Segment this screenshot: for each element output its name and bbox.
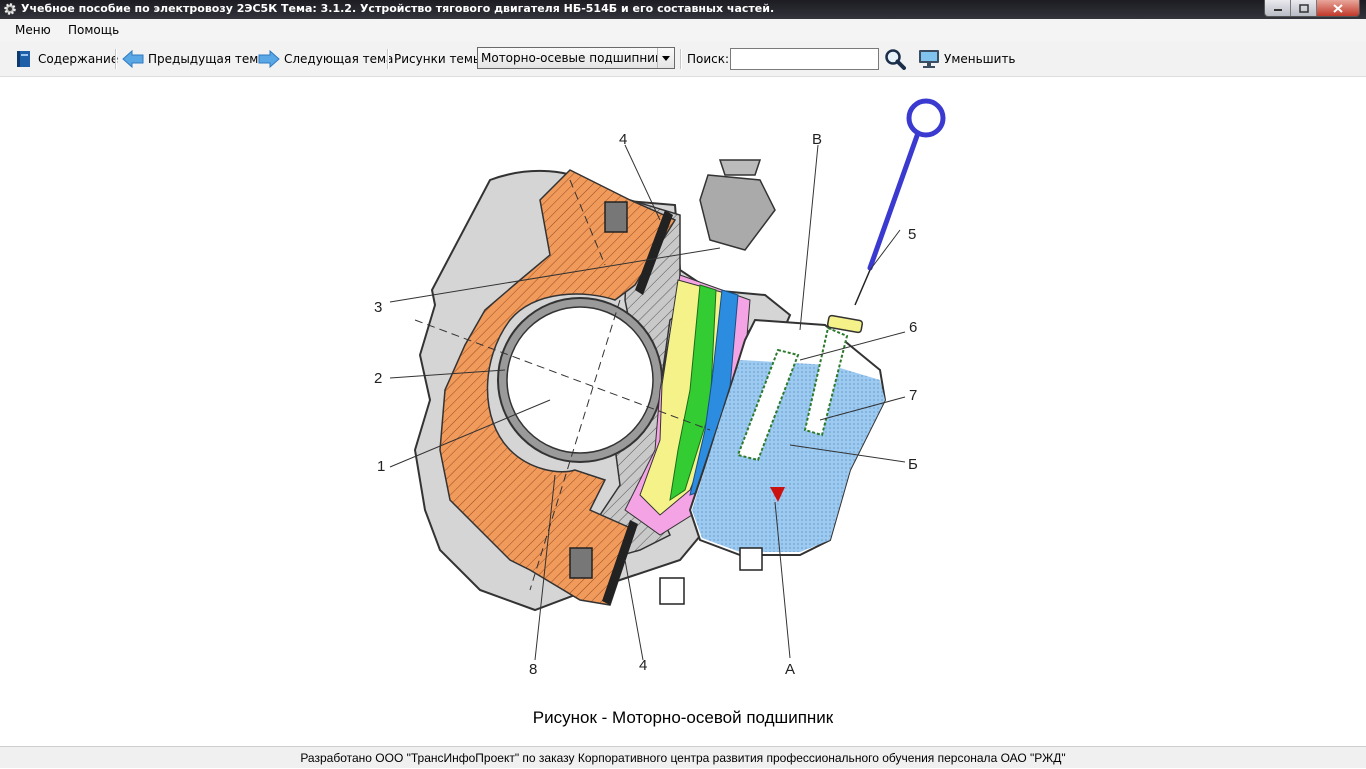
dipstick-pointer (854, 269, 871, 306)
callout-7: 7 (909, 387, 917, 404)
dipstick-ring (906, 98, 946, 138)
shrink-label: Уменьшить (944, 52, 1016, 66)
bolt-bottom (569, 547, 593, 579)
dipstick-rod (867, 130, 921, 271)
search-input[interactable] (730, 48, 879, 70)
search-label-text: Поиск: (687, 52, 730, 66)
topic-figures-select[interactable]: Моторно-осевые подшипники (477, 47, 675, 69)
bolt-lower-right (739, 547, 763, 571)
previous-topic-label: Предыдущая тема (148, 52, 266, 66)
minimize-icon (1273, 9, 1282, 11)
callout-4-bottom: 4 (639, 657, 647, 674)
monitor-icon (919, 50, 939, 68)
callout-2: 2 (374, 370, 382, 387)
window-controls (1264, 0, 1360, 17)
callout-5: 5 (908, 226, 916, 243)
minimize-button[interactable] (1265, 0, 1290, 16)
next-topic-button[interactable]: Следующая тема (258, 42, 393, 76)
bolt-top (604, 201, 628, 233)
window-titlebar: Учебное пособие по электровозу 2ЭС5К Тем… (0, 0, 1366, 19)
maximize-button[interactable] (1290, 0, 1316, 16)
callout-8: 8 (529, 661, 537, 678)
book-icon (17, 51, 30, 67)
restore-icon (1298, 3, 1309, 13)
toolbar: Содержание Предыдущая тема Следующая тем… (0, 42, 1366, 77)
topic-figures-text: Рисунки темы (394, 52, 483, 66)
topic-figures-label: Рисунки темы (394, 42, 482, 76)
callout-v: В (812, 131, 822, 148)
toolbar-separator (680, 49, 682, 69)
axle-bore (506, 306, 654, 454)
breather-cap (699, 174, 776, 251)
search-label: Поиск: (687, 42, 729, 76)
arrow-left-icon (122, 49, 144, 69)
gear-icon (4, 3, 16, 15)
close-icon (1333, 3, 1343, 13)
bolt-right (659, 577, 685, 605)
figure-caption: Рисунок - Моторно-осевой подшипник (532, 708, 834, 727)
bearing-diagram: 1 2 3 4 4 5 6 7 8 А Б В (374, 98, 946, 678)
topic-figures-selected: Моторно-осевые подшипники (481, 51, 657, 65)
search-button[interactable] (884, 42, 910, 76)
callout-3: 3 (374, 299, 382, 316)
arrow-right-icon (258, 49, 280, 69)
window-title: Учебное пособие по электровозу 2ЭС5К Тем… (21, 2, 775, 15)
next-topic-label: Следующая тема (284, 52, 394, 66)
callout-a: А (785, 661, 795, 678)
shrink-button[interactable]: Уменьшить (918, 42, 1016, 76)
contents-label: Содержание (38, 52, 119, 66)
callout-4-top: 4 (619, 131, 627, 148)
menu-item-help[interactable]: Помощь (68, 23, 119, 37)
contents-button[interactable]: Содержание (14, 42, 118, 76)
callout-6: 6 (909, 319, 917, 336)
toolbar-separator (115, 49, 117, 69)
chevron-down-icon (657, 48, 674, 68)
toolbar-separator (387, 49, 389, 69)
callout-b: Б (908, 456, 918, 473)
breather-wing (718, 159, 762, 176)
search-icon (885, 49, 906, 70)
menu-item-menu[interactable]: Меню (15, 23, 51, 37)
menu-bar: Меню Помощь (0, 19, 1366, 42)
footer-credits: Разработано ООО "ТрансИнфоПроект" по зак… (0, 746, 1366, 768)
previous-topic-button[interactable]: Предыдущая тема (122, 42, 266, 76)
callout-1: 1 (377, 458, 385, 475)
close-button[interactable] (1316, 0, 1359, 16)
